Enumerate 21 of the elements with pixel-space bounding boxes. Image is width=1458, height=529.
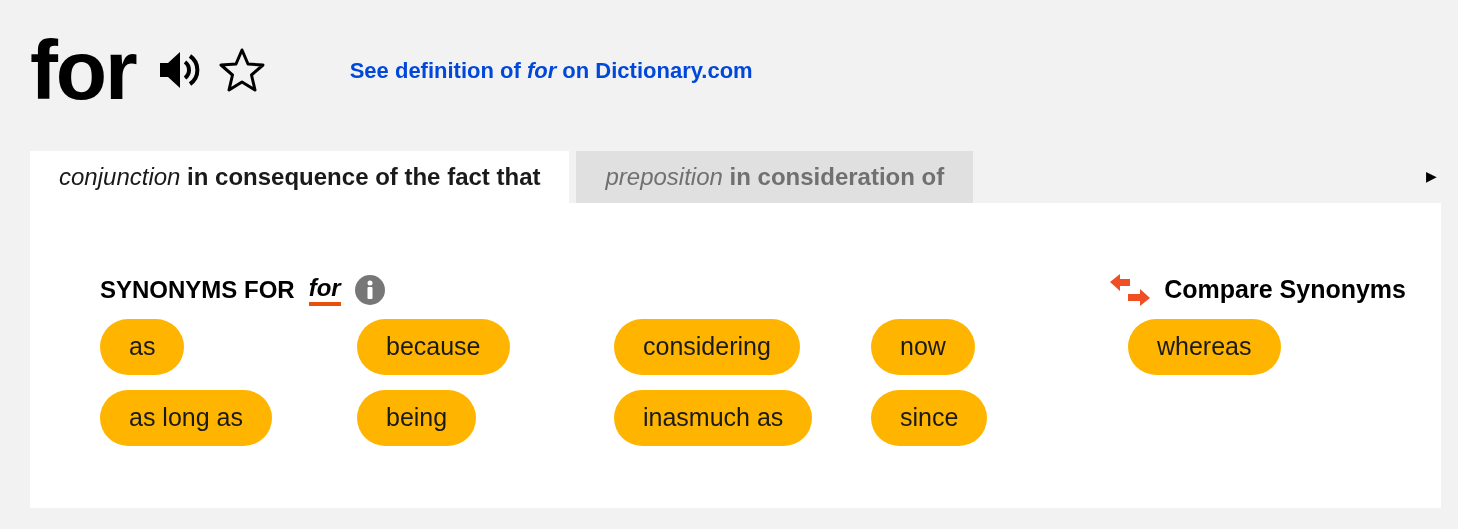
synonyms-heading: SYNONYMS FOR <box>100 275 295 305</box>
swap-arrows-icon <box>1110 274 1151 306</box>
speaker-icon[interactable] <box>157 50 200 90</box>
synonym-chip[interactable]: considering <box>614 319 800 375</box>
synonym-chip[interactable]: now <box>871 319 975 375</box>
headword: for <box>30 28 136 112</box>
synonym-chip[interactable]: because <box>357 319 510 375</box>
scroll-arrow[interactable]: ▶ <box>1426 166 1437 187</box>
compare-synonyms-button[interactable]: Compare Synonyms <box>1110 271 1406 309</box>
synonym-chip[interactable]: as long as <box>100 390 272 446</box>
sense-tab[interactable]: conjunction in consequence of the fact that <box>30 151 570 203</box>
info-icon[interactable] <box>354 275 385 305</box>
synonym-chip[interactable]: as <box>100 319 185 375</box>
synonym-chip[interactable]: whereas <box>1128 319 1281 375</box>
sense-tab[interactable]: preposition in consideration of <box>576 151 974 203</box>
headword-link[interactable]: for <box>308 274 341 306</box>
synonym-chip[interactable]: since <box>871 390 988 446</box>
synonym-chip[interactable]: being <box>357 390 477 446</box>
definition-link[interactable]: See definition of for on Dictionary.com <box>349 53 753 87</box>
synonym-chip[interactable]: inasmuch as <box>614 390 813 446</box>
star-icon[interactable] <box>217 47 266 93</box>
